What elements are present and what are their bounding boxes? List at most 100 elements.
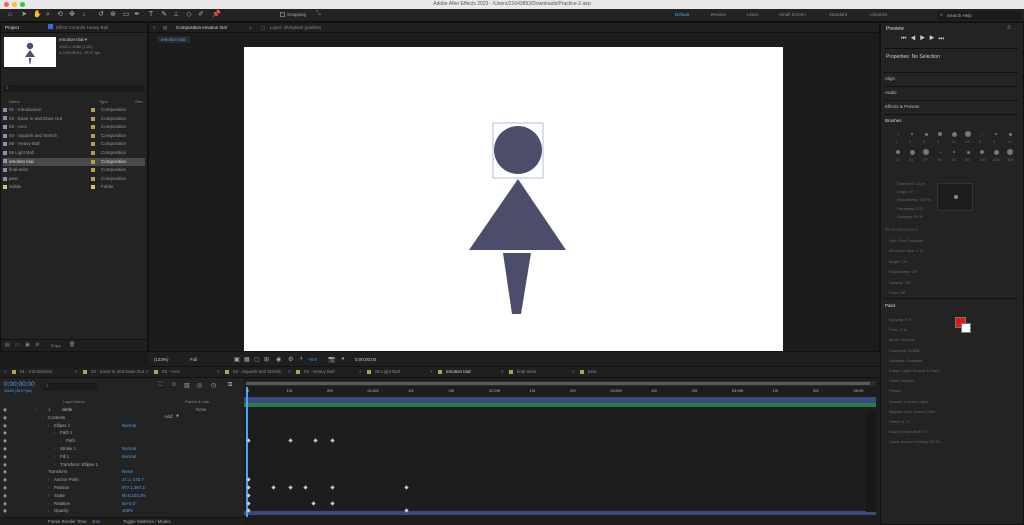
- expand-chevron-icon[interactable]: ›: [48, 500, 49, 508]
- snapshot-icon[interactable]: 📷: [328, 356, 335, 363]
- brush-tip[interactable]: [938, 132, 942, 136]
- graph-editor-icon[interactable]: ◷: [211, 382, 216, 389]
- dynamics-property[interactable]: Minimum Size: 1 %: [889, 248, 923, 253]
- mask-visibility-icon[interactable]: ▢: [254, 356, 260, 363]
- expand-chevron-icon[interactable]: ›: [36, 406, 37, 414]
- expand-chevron-icon[interactable]: ›: [54, 453, 55, 461]
- new-folder-icon[interactable]: ▭: [15, 342, 20, 348]
- visibility-eye-icon[interactable]: ◉: [3, 429, 7, 437]
- expand-chevron-icon[interactable]: ›: [48, 484, 49, 492]
- timeline-layer-row[interactable]: ◉ › Stroke 1 Normal: [0, 445, 244, 453]
- paint-section[interactable]: Paint: [885, 303, 895, 308]
- project-item[interactable]: Solids Folder: [3, 183, 145, 191]
- add-label[interactable]: Add:: [164, 414, 173, 419]
- project-item[interactable]: 05 - Heavy Ball Composition: [3, 140, 145, 148]
- paint-property[interactable]: Mode: Normal: [889, 337, 914, 342]
- paint-property[interactable]: Erase: Layer Source & Paint: [889, 368, 939, 373]
- exposure-value[interactable]: +0.0: [308, 357, 317, 362]
- transparency-grid-icon[interactable]: ▦: [244, 356, 250, 363]
- work-area-range[interactable]: [246, 382, 870, 385]
- expand-chevron-icon[interactable]: ›: [48, 422, 49, 430]
- new-composition-icon[interactable]: ▣: [25, 342, 30, 348]
- rectangle-tool-icon[interactable]: ▭: [122, 11, 130, 19]
- zoom-tool-icon[interactable]: ⌕: [44, 11, 52, 19]
- clone-stamp-tool-icon[interactable]: ⊥: [172, 11, 180, 19]
- visibility-eye-icon[interactable]: ◉: [3, 492, 7, 500]
- snapping-checkbox[interactable]: [280, 12, 285, 17]
- timeline-tab[interactable]: 03 - Arcs: [162, 369, 180, 374]
- toggle-switches-modes[interactable]: Toggle Switches / Modes: [123, 519, 171, 524]
- expand-chevron-icon[interactable]: ›: [54, 429, 55, 437]
- timeline-timecode[interactable]: 0;00;00;00: [4, 381, 35, 388]
- brush-property[interactable]: Roundness: 100 %: [897, 197, 931, 202]
- dolly-tool-icon[interactable]: ↓: [80, 11, 88, 19]
- visibility-eye-icon[interactable]: ◉: [3, 422, 7, 430]
- timeline-tab-close[interactable]: ×: [572, 369, 575, 374]
- comp-subtab[interactable]: emotion trial: [157, 36, 190, 43]
- background-color-swatch[interactable]: [961, 323, 971, 333]
- workspace-learn[interactable]: Learn: [747, 12, 759, 17]
- orbit-tool-icon[interactable]: ⟲: [56, 11, 64, 19]
- workspace-libraries[interactable]: Libraries: [870, 12, 887, 17]
- next-layer-bar[interactable]: [244, 511, 876, 515]
- brush-tip[interactable]: [981, 133, 983, 135]
- brush-tip[interactable]: [924, 132, 928, 136]
- timeline-layer-row[interactable]: ◉ › Contents: [0, 414, 244, 422]
- timeline-tab-close[interactable]: ×: [75, 369, 78, 374]
- timeline-tab-close[interactable]: ×: [146, 369, 149, 374]
- timeline-tab-close[interactable]: ×: [288, 369, 291, 374]
- col-type-header[interactable]: Type: [99, 99, 108, 104]
- puppet-tool-icon[interactable]: 📌: [212, 11, 221, 19]
- brush-tip[interactable]: [951, 131, 957, 137]
- project-item[interactable]: 01 - Introduction Composition: [3, 106, 145, 114]
- timeline-layer-row[interactable]: ◉ › Path: [0, 437, 244, 445]
- timeline-layer-row[interactable]: ◉ › Position 977.1,367.3: [0, 484, 244, 492]
- region-icon[interactable]: ▣: [234, 356, 240, 363]
- property-value[interactable]: 0x+0.0°: [122, 500, 137, 508]
- timeline-layer-row[interactable]: ◉ › Transform: Ellipse 1: [0, 461, 244, 469]
- home-icon[interactable]: ⌂: [6, 11, 14, 19]
- close-icon[interactable]: ×: [153, 25, 156, 30]
- gear-icon[interactable]: ⚙: [288, 356, 293, 363]
- project-search-input[interactable]: ⌕: [4, 85, 145, 92]
- expand-chevron-icon[interactable]: ›: [60, 437, 61, 445]
- property-value[interactable]: Normal: [122, 445, 136, 453]
- paint-property[interactable]: Offset: 0 , 0: [889, 419, 910, 424]
- timeline-layer-row[interactable]: ◉ › Fill 1 Normal: [0, 453, 244, 461]
- property-value[interactable]: Normal: [122, 422, 136, 430]
- tab-layer[interactable]: Layer: inkSplash gradient: [270, 25, 321, 30]
- hand-tool-icon[interactable]: ✋: [33, 11, 42, 19]
- visibility-eye-icon[interactable]: ◉: [3, 445, 7, 453]
- brush-tool-icon[interactable]: ✎: [160, 11, 168, 19]
- property-value[interactable]: 977.1,367.3: [122, 484, 145, 492]
- snap-icon[interactable]: ⤡: [316, 11, 321, 18]
- col-size-header[interactable]: Size: [135, 99, 143, 104]
- brush-property[interactable]: Hardness: 0 %: [897, 206, 923, 211]
- paint-property[interactable]: Clone Source Overlay: 50 %: [889, 439, 939, 444]
- grid-icon[interactable]: ⊞: [264, 356, 269, 363]
- paint-property[interactable]: Clone Options: [889, 378, 914, 383]
- rotate-tool-icon[interactable]: ↺: [97, 11, 105, 19]
- timeline-tab[interactable]: 06 Light Ball: [375, 369, 400, 374]
- type-tool-icon[interactable]: T: [147, 11, 155, 19]
- show-snapshot-icon[interactable]: ◕: [341, 356, 345, 362]
- settings-icon[interactable]: ⚙: [35, 342, 39, 348]
- property-value[interactable]: 17.1,-172.7: [122, 476, 144, 484]
- timeline-tab[interactable]: pear: [588, 369, 597, 374]
- menu-icon[interactable]: ≡: [249, 25, 252, 30]
- paint-property[interactable]: Opacity: 0 %: [889, 317, 912, 322]
- timeline-layer-row[interactable]: ◉ 1 › circle None: [0, 406, 244, 414]
- workspace-default[interactable]: Default: [675, 12, 689, 17]
- roto-brush-tool-icon[interactable]: ✐: [197, 11, 205, 19]
- timeline-tab-close[interactable]: ×: [217, 369, 220, 374]
- expand-chevron-icon[interactable]: ›: [48, 492, 49, 500]
- composition-canvas[interactable]: [244, 47, 783, 351]
- brush-tip[interactable]: [993, 149, 999, 155]
- frame-blending-icon[interactable]: ▥: [184, 382, 190, 389]
- col-layer-name[interactable]: Layer Name: [63, 399, 85, 404]
- brush-property[interactable]: Angle: 0°: [897, 189, 913, 194]
- col-name-header[interactable]: Name: [9, 99, 20, 104]
- comp-flowchart-icon[interactable]: ⧉: [228, 382, 232, 389]
- effects-presets-section[interactable]: Effects & Presets: [885, 104, 919, 109]
- parent-dropdown[interactable]: None: [196, 406, 206, 414]
